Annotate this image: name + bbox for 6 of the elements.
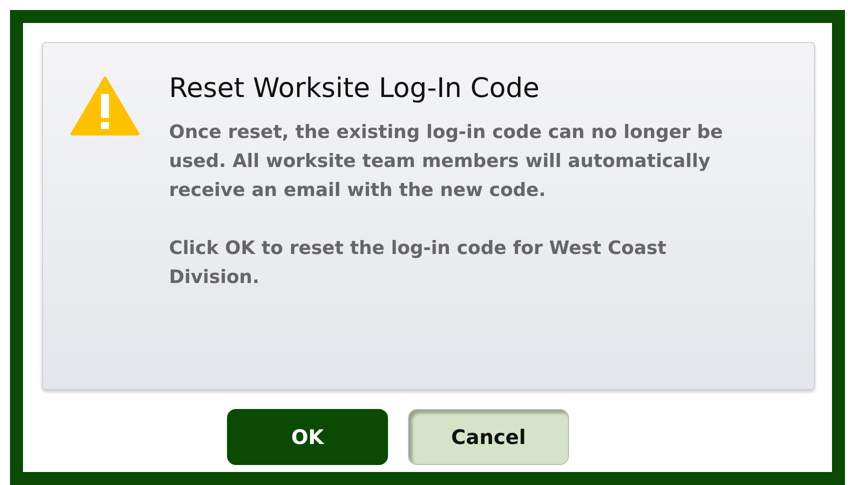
message-text: Once reset, the existing log-in code can no longer be used. All worksite team members will automatically receive an email with the new code. (169, 121, 724, 203)
dialog-title: Reset Worksite Log-In Code (169, 73, 540, 104)
ok-button[interactable]: OK (227, 409, 388, 465)
warning-icon (70, 76, 140, 136)
message-text: Click OK to reset the log-in code for West Coast Division. (169, 237, 668, 290)
cancel-button[interactable]: Cancel (408, 409, 569, 465)
